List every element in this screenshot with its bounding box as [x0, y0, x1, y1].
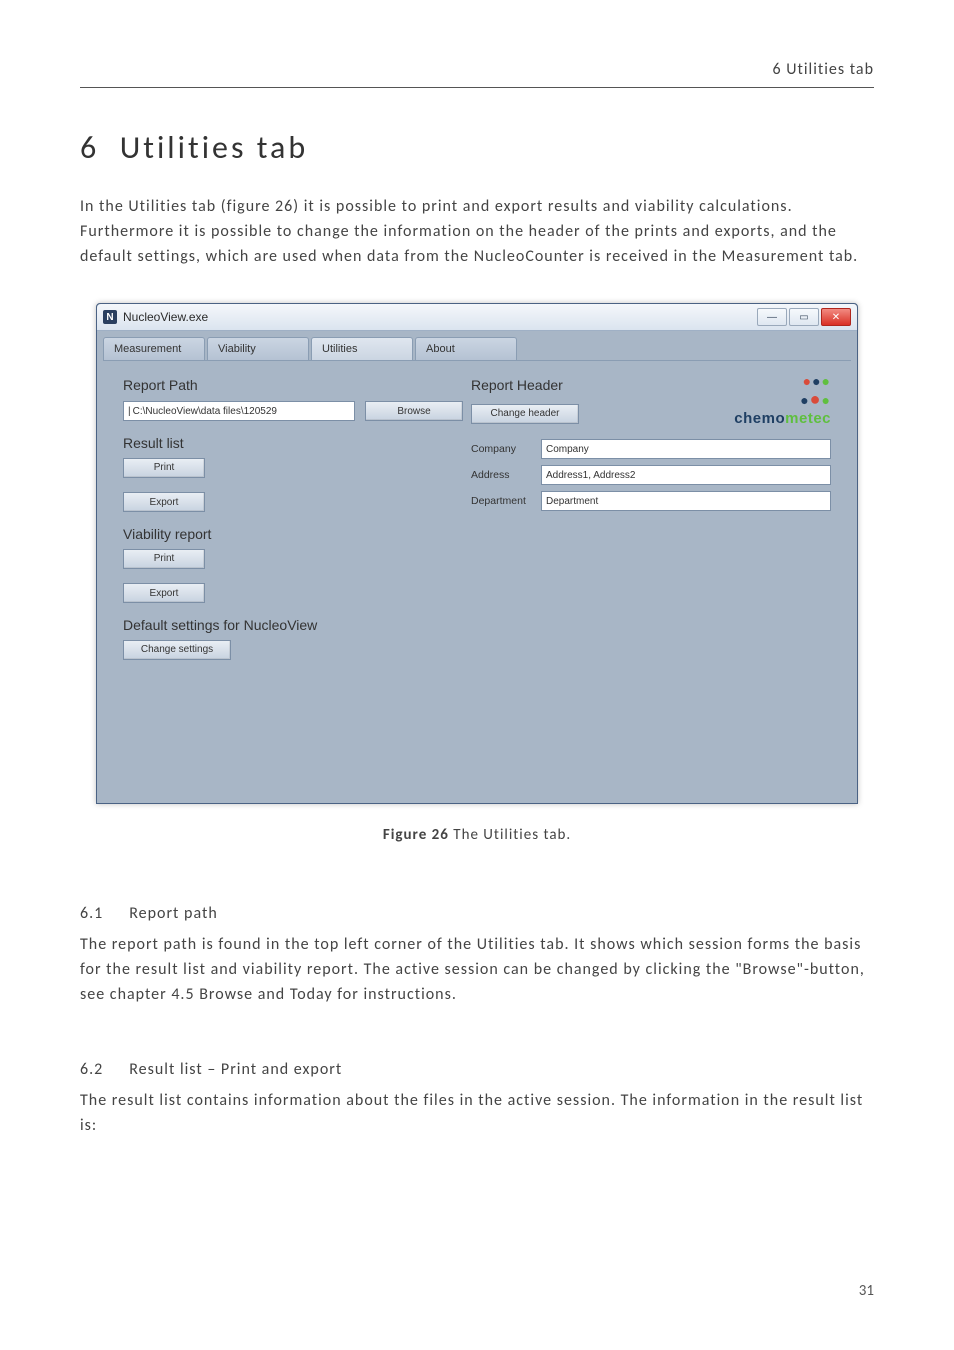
- window-title: NucleoView.exe: [123, 310, 208, 324]
- section-name: Utilities tab: [120, 128, 308, 167]
- tab-about[interactable]: About: [415, 337, 517, 360]
- right-column: Report Header Change header ●●● ●●●: [471, 377, 831, 787]
- tab-viability[interactable]: Viability: [207, 337, 309, 360]
- app-icon: N: [103, 310, 117, 324]
- brand-dots-icon: ●●● ●●●: [800, 373, 831, 410]
- tab-content: Report Path |C:\NucleoView\data files\12…: [103, 360, 851, 797]
- titlebar: N NucleoView.exe — ▭ ✕: [97, 304, 857, 331]
- report-header-label: Report Header: [471, 377, 579, 393]
- tab-utilities[interactable]: Utilities: [311, 337, 413, 360]
- subsection-6-2-number: 6.2: [80, 1060, 103, 1079]
- running-header: 6 Utilities tab: [80, 60, 874, 88]
- report-path-input[interactable]: |C:\NucleoView\data files\120529: [123, 401, 355, 421]
- subsection-6-2-title: 6.2 Result list – Print and export: [80, 1060, 874, 1079]
- section-title: 6 Utilities tab: [80, 128, 874, 167]
- figure-26: N NucleoView.exe — ▭ ✕ Measurement Viabi…: [80, 303, 874, 804]
- subsection-6-2-body: The result list contains information abo…: [80, 1089, 874, 1139]
- minimize-button[interactable]: —: [757, 308, 787, 326]
- brand-logo: ●●● ●●● chemometec: [734, 373, 831, 427]
- intro-paragraph: In the Utilities tab (figure 26) it is p…: [80, 195, 874, 269]
- subsection-6-1-body: The report path is found in the top left…: [80, 933, 874, 1007]
- subsection-6-2-name: Result list – Print and export: [129, 1060, 342, 1079]
- report-path-label: Report Path: [123, 377, 463, 393]
- window-buttons: — ▭ ✕: [757, 308, 851, 326]
- tabs: Measurement Viability Utilities About: [103, 337, 851, 360]
- result-print-button[interactable]: Print: [123, 458, 205, 478]
- app-window: N NucleoView.exe — ▭ ✕ Measurement Viabi…: [96, 303, 858, 804]
- address-input[interactable]: Address1, Address2: [541, 465, 831, 485]
- page-number: 31: [859, 1282, 874, 1300]
- department-label: Department: [471, 495, 533, 507]
- close-button[interactable]: ✕: [821, 308, 851, 326]
- viability-export-button[interactable]: Export: [123, 583, 205, 603]
- address-label: Address: [471, 469, 533, 481]
- default-settings-label: Default settings for NucleoView: [123, 617, 463, 633]
- change-settings-button[interactable]: Change settings: [123, 640, 231, 660]
- maximize-button[interactable]: ▭: [789, 308, 819, 326]
- company-input[interactable]: Company: [541, 439, 831, 459]
- viability-print-button[interactable]: Print: [123, 549, 205, 569]
- result-export-button[interactable]: Export: [123, 492, 205, 512]
- section-number: 6: [80, 128, 99, 167]
- viability-report-label: Viability report: [123, 526, 463, 542]
- report-path-value: C:\NucleoView\data files\120529: [133, 406, 277, 417]
- browse-button[interactable]: Browse: [365, 401, 463, 421]
- department-input[interactable]: Department: [541, 491, 831, 511]
- subsection-6-1-name: Report path: [129, 904, 217, 923]
- tab-measurement[interactable]: Measurement: [103, 337, 205, 360]
- change-header-button[interactable]: Change header: [471, 404, 579, 424]
- subsection-6-1-title: 6.1 Report path: [80, 904, 874, 923]
- brand-metec: metec: [785, 410, 831, 427]
- company-label: Company: [471, 443, 533, 455]
- figure-caption-text: The Utilities tab.: [449, 826, 571, 844]
- figure-caption: Figure 26 The Utilities tab.: [80, 826, 874, 844]
- client-area: Measurement Viability Utilities About Re…: [97, 331, 857, 803]
- subsection-6-1-number: 6.1: [80, 904, 103, 923]
- figure-caption-label: Figure 26: [383, 826, 449, 844]
- brand-chemo: chemo: [734, 410, 785, 427]
- left-column: Report Path |C:\NucleoView\data files\12…: [123, 377, 463, 787]
- result-list-label: Result list: [123, 435, 463, 451]
